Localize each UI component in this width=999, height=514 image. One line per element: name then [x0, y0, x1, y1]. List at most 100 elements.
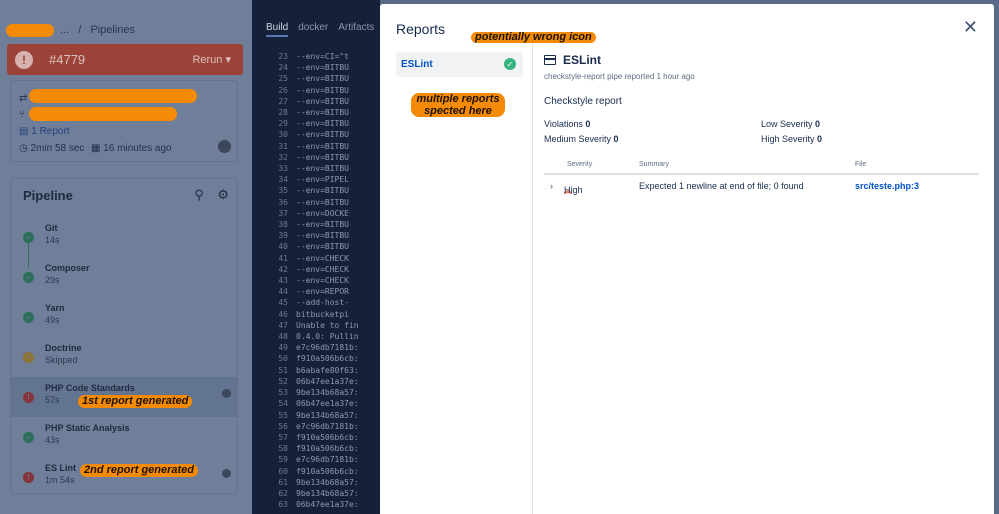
log-line-number[interactable]: 31 — [252, 141, 296, 152]
log-line: 27 --env=BITBU — [252, 96, 380, 107]
log-line: 62 9be134b68a57: — [252, 488, 380, 499]
log-line: 44 --env=REPOR — [252, 286, 380, 297]
log-line: 25 --env=BITBU — [252, 73, 380, 84]
breadcrumb: ... / Pipelines — [60, 24, 135, 36]
breadcrumb-ellipsis[interactable]: ... — [60, 24, 69, 36]
log-line-number[interactable]: 30 — [252, 129, 296, 140]
log-line-number[interactable]: 43 — [252, 275, 296, 286]
log-line-number[interactable]: 60 — [252, 466, 296, 477]
log-line-number[interactable]: 41 — [252, 253, 296, 264]
log-line-number[interactable]: 52 — [252, 376, 296, 387]
log-line-number[interactable]: 39 — [252, 230, 296, 241]
log-line-number[interactable]: 49 — [252, 342, 296, 353]
log-line-number[interactable]: 25 — [252, 73, 296, 84]
success-icon: ✓ — [23, 432, 34, 443]
log-line-number[interactable]: 58 — [252, 443, 296, 454]
gear-icon[interactable]: ⚙ — [217, 187, 229, 202]
log-line-number[interactable]: 50 — [252, 353, 296, 364]
log-line-number[interactable]: 29 — [252, 118, 296, 129]
rerun-button[interactable]: Rerun ▾ — [192, 53, 231, 66]
metric-high-label: High Severity — [761, 134, 815, 144]
log-line-number[interactable]: 38 — [252, 219, 296, 230]
log-line-number[interactable]: 47 — [252, 320, 296, 331]
log-line-number[interactable]: 54 — [252, 398, 296, 409]
summary-cell: Expected 1 newline at end of file; 0 fou… — [639, 181, 804, 191]
log-line-number[interactable]: 28 — [252, 107, 296, 118]
step-composer[interactable]: ✓ Composer 29s — [11, 257, 237, 297]
log-line: 37 --env=DOCKE — [252, 208, 380, 219]
log-line-number[interactable]: 42 — [252, 264, 296, 275]
log-line: 54 06b47ee1a37e: — [252, 398, 380, 409]
table-row[interactable]: › ︽ High Expected 1 newline at end of fi… — [544, 177, 979, 197]
log-line-number[interactable]: 62 — [252, 488, 296, 499]
step-yarn[interactable]: ✓ Yarn 49s — [11, 297, 237, 337]
log-line-text: bitbucketpi — [296, 309, 349, 319]
tab-docker[interactable]: docker — [298, 22, 328, 37]
log-line: 35 --env=BITBU — [252, 185, 380, 196]
log-line-number[interactable]: 51 — [252, 365, 296, 376]
log-line-number[interactable]: 48 — [252, 331, 296, 342]
log-line-text: 06b47ee1a37e: — [296, 399, 359, 409]
metric-medium-value: 0 — [613, 134, 619, 144]
log-line-number[interactable]: 46 — [252, 309, 296, 320]
log-line-number[interactable]: 27 — [252, 96, 296, 107]
step-name: ES Lint — [45, 463, 76, 473]
build-number: #4779 — [49, 52, 86, 67]
file-link[interactable]: src/teste.php:3 — [855, 181, 919, 191]
log-line: 53 9be134b68a57: — [252, 387, 380, 398]
log-line-number[interactable]: 36 — [252, 197, 296, 208]
log-line-number[interactable]: 26 — [252, 85, 296, 96]
log-line: 31 --env=BITBU — [252, 141, 380, 152]
log-line-number[interactable]: 24 — [252, 62, 296, 73]
log-line-number[interactable]: 57 — [252, 432, 296, 443]
chevron-right-icon[interactable]: › — [550, 181, 553, 191]
annotation-multiple-reports: multiple reports spected here — [411, 93, 505, 117]
step-doctrine[interactable]: – Doctrine Skipped — [11, 337, 237, 377]
log-line-number[interactable]: 56 — [252, 421, 296, 432]
log-line-number[interactable]: 63 — [252, 499, 296, 510]
step-git[interactable]: ✓ Git 14s — [11, 217, 237, 257]
log-line-number[interactable]: 37 — [252, 208, 296, 219]
log-line-number[interactable]: 59 — [252, 454, 296, 465]
tab-build[interactable]: Build — [266, 22, 289, 37]
tab-artifacts[interactable]: Artifacts — [338, 22, 374, 37]
log-line: 48 0.4.0: Pullin — [252, 331, 380, 342]
avatar[interactable] — [218, 140, 231, 153]
step-duration: 1m 54s — [45, 475, 75, 485]
log-line-text: 06b47ee1a37e: — [296, 376, 359, 386]
step-duration: 29s — [45, 275, 60, 285]
reports-link[interactable]: ▤ 1 Report — [19, 126, 70, 137]
log-line-number[interactable]: 40 — [252, 241, 296, 252]
close-icon[interactable]: ✕ — [963, 17, 978, 38]
log-line-number[interactable]: 44 — [252, 286, 296, 297]
log-line-number[interactable]: 34 — [252, 174, 296, 185]
log-line-text: --env=BITBU — [296, 74, 349, 84]
log-line-number[interactable]: 23 — [252, 51, 296, 62]
log-line-number[interactable]: 53 — [252, 387, 296, 398]
log-line-number[interactable]: 33 — [252, 163, 296, 174]
log-line: 42 --env=CHECK — [252, 264, 380, 275]
log-line: 28 --env=BITBU — [252, 107, 380, 118]
log-line-number[interactable]: 55 — [252, 410, 296, 421]
step-name: Yarn — [45, 303, 65, 313]
log-line-text: e7c96db7181b: — [296, 343, 359, 353]
step-php-static-analysis[interactable]: ✓ PHP Static Analysis 43s — [11, 417, 237, 457]
clock-icon: ◷ — [19, 143, 28, 154]
report-list-item-eslint[interactable]: ESLint ✓ — [396, 52, 523, 77]
log-line: 45 --add-host- — [252, 297, 380, 308]
severity-value: High — [564, 185, 583, 195]
log-line-number[interactable]: 35 — [252, 185, 296, 196]
log-line-number[interactable]: 32 — [252, 152, 296, 163]
metric-medium-label: Medium Severity — [544, 134, 612, 144]
log-line-text: --env=CI="t — [296, 52, 349, 61]
redaction-mark — [29, 89, 197, 103]
step-name: Doctrine — [45, 343, 82, 353]
log-line-text: --env=REPOR — [296, 287, 349, 297]
log-line: 46 bitbucketpi — [252, 309, 380, 320]
log-line-number[interactable]: 45 — [252, 297, 296, 308]
pin-icon[interactable]: ⚲ — [194, 187, 204, 202]
log-line-number[interactable]: 61 — [252, 477, 296, 488]
log-line: 26 --env=BITBU — [252, 85, 380, 96]
duration: ◷ 2min 58 sec — [19, 143, 84, 154]
step-es-lint[interactable]: ! ES Lint 1m 54s — [11, 457, 237, 497]
